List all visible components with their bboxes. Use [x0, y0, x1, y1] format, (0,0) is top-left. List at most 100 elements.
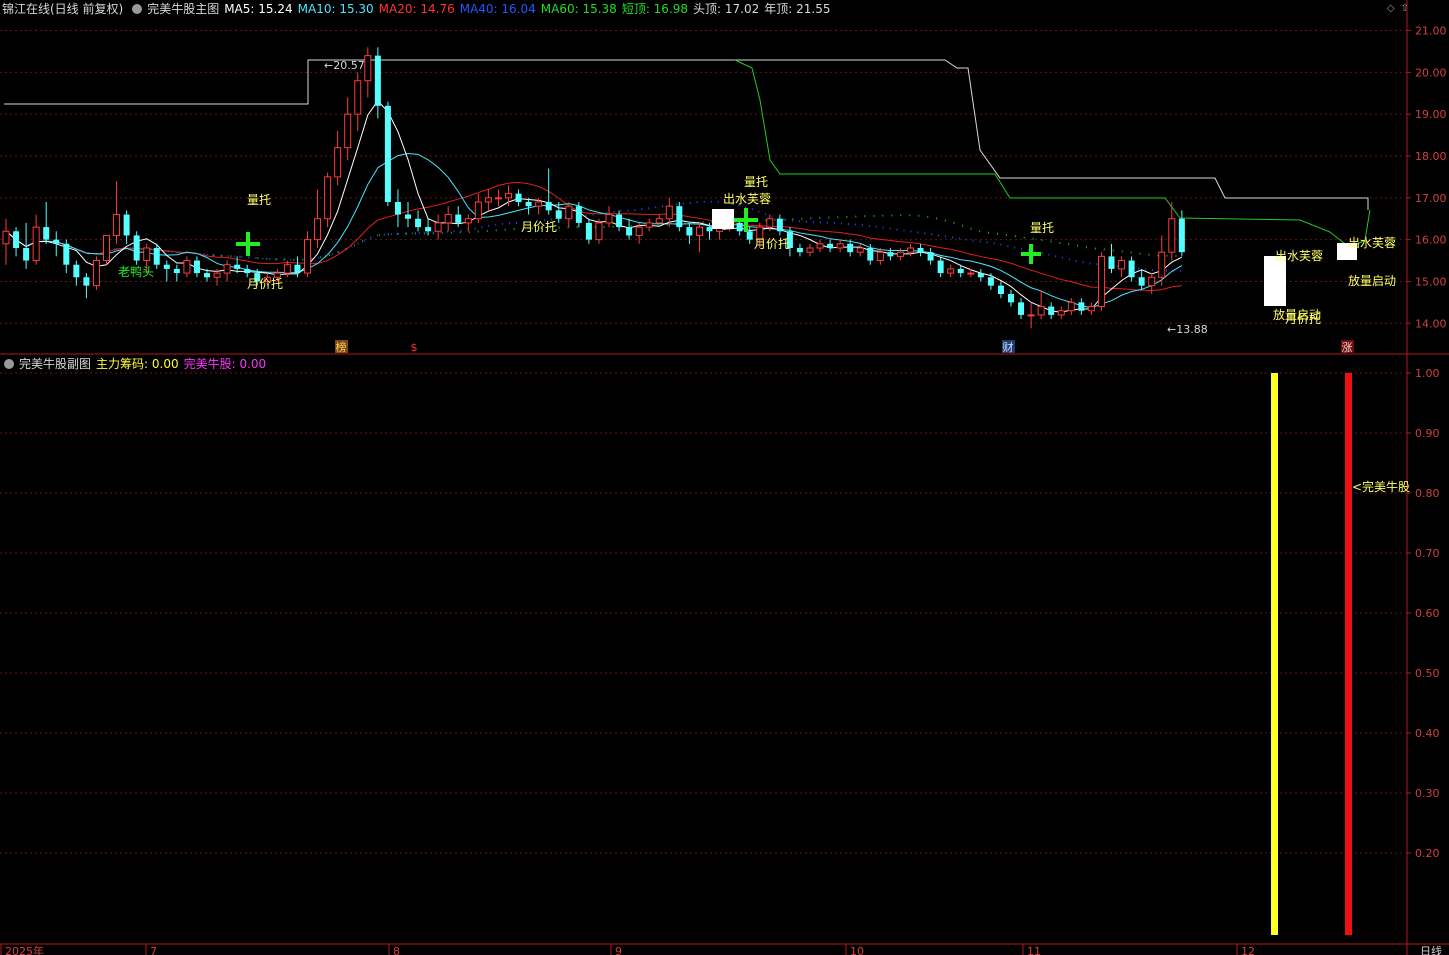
candle[interactable]: [937, 256, 944, 278]
candle[interactable]: [896, 248, 904, 261]
main-indicator-name[interactable]: 完美牛股主图: [147, 2, 219, 16]
candle[interactable]: [856, 243, 864, 257]
candle[interactable]: [324, 172, 332, 228]
candle[interactable]: [103, 234, 110, 265]
candle[interactable]: [193, 256, 200, 278]
candle[interactable]: [384, 101, 391, 207]
candle[interactable]: [73, 260, 80, 286]
signal-label: 月价托: [754, 237, 790, 251]
candle[interactable]: [605, 206, 613, 228]
candle[interactable]: [1048, 302, 1055, 320]
candle[interactable]: [917, 243, 924, 257]
candle[interactable]: [1168, 202, 1176, 261]
candle[interactable]: [13, 227, 20, 257]
candle[interactable]: [876, 248, 884, 265]
candle[interactable]: [676, 202, 683, 232]
stock-title[interactable]: 锦江在线(日线 前复权): [2, 2, 123, 16]
candle[interactable]: [494, 189, 502, 207]
candle[interactable]: [977, 268, 984, 282]
candle[interactable]: [1078, 298, 1085, 315]
candle[interactable]: [1108, 243, 1115, 274]
candle[interactable]: [113, 181, 121, 244]
candle[interactable]: [394, 189, 401, 228]
candle[interactable]: [907, 243, 914, 257]
candle[interactable]: [43, 202, 50, 244]
sub-indicator-toggle-icon[interactable]: [4, 359, 14, 369]
candle[interactable]: [364, 47, 372, 98]
candle-body: [1138, 277, 1145, 286]
candle[interactable]: [1067, 298, 1075, 315]
candle[interactable]: [334, 130, 342, 186]
candle[interactable]: [304, 231, 311, 278]
candle[interactable]: [816, 239, 824, 253]
candle-body: [575, 206, 582, 223]
time-tick-label: 10: [850, 945, 864, 955]
candle[interactable]: [987, 273, 994, 290]
candle[interactable]: [947, 264, 955, 278]
candle[interactable]: [173, 264, 180, 282]
candle[interactable]: [1008, 289, 1014, 307]
candle[interactable]: [444, 206, 452, 232]
candle[interactable]: [806, 243, 814, 257]
kline-chart-canvas[interactable]: ←20.57←13.88榜 $ 财涨老鸭头量托月价托月价托量托出水芙蓉月价托量托出水…: [0, 0, 1449, 955]
candle-body: [695, 226, 703, 236]
candle-body: [53, 239, 60, 244]
candle[interactable]: [545, 168, 552, 215]
candle[interactable]: [434, 214, 442, 240]
candlesticks[interactable]: [2, 47, 1185, 329]
candle[interactable]: [53, 231, 60, 257]
candle[interactable]: [63, 239, 70, 274]
candle[interactable]: [374, 47, 381, 119]
candle[interactable]: [827, 239, 834, 253]
candle[interactable]: [1138, 268, 1145, 290]
candle[interactable]: [415, 210, 422, 232]
candle-body: [223, 264, 231, 274]
candle[interactable]: [133, 231, 140, 265]
candle[interactable]: [244, 264, 251, 278]
candle-body: [1128, 260, 1135, 278]
sub-indicator-name[interactable]: 完美牛股副图: [19, 357, 91, 371]
candle[interactable]: [626, 218, 633, 240]
candle[interactable]: [1087, 302, 1095, 315]
candle[interactable]: [1037, 289, 1045, 320]
candle[interactable]: [655, 214, 663, 224]
candle[interactable]: [997, 281, 1004, 299]
candle[interactable]: [464, 214, 472, 232]
candle[interactable]: [1118, 256, 1126, 278]
candle[interactable]: [354, 72, 362, 131]
candle[interactable]: [1027, 302, 1035, 329]
candle[interactable]: [1018, 298, 1025, 320]
candle[interactable]: [1057, 306, 1065, 320]
candle[interactable]: [525, 197, 532, 215]
indicator-toggle-icon[interactable]: [132, 4, 143, 14]
candle-body: [474, 201, 482, 220]
candle-body: [565, 205, 573, 220]
candle[interactable]: [695, 222, 703, 253]
candle[interactable]: [595, 218, 603, 244]
candle[interactable]: [2, 218, 10, 265]
candle[interactable]: [776, 214, 783, 236]
candle[interactable]: [1128, 256, 1135, 282]
candle[interactable]: [83, 273, 90, 299]
candle[interactable]: [123, 210, 130, 244]
candle[interactable]: [796, 243, 803, 257]
candle[interactable]: [32, 214, 40, 265]
up-arrow-icon[interactable]: ⇧: [1401, 3, 1409, 14]
candle[interactable]: [405, 202, 411, 228]
sub-tick-label: 0.70: [1415, 547, 1440, 560]
candle[interactable]: [484, 189, 492, 211]
candle[interactable]: [163, 260, 170, 282]
candle[interactable]: [344, 97, 352, 161]
candle[interactable]: [515, 189, 522, 207]
candle[interactable]: [836, 239, 844, 253]
candle[interactable]: [223, 260, 231, 282]
candle[interactable]: [686, 222, 693, 244]
ma10-line: [5, 152, 1183, 309]
candle[interactable]: [565, 202, 573, 228]
diamond-icon[interactable]: ◇: [1387, 3, 1395, 14]
candle[interactable]: [92, 256, 100, 290]
candle[interactable]: [927, 248, 934, 265]
candle[interactable]: [1097, 252, 1105, 311]
candle[interactable]: [645, 218, 653, 232]
candle[interactable]: [183, 256, 191, 278]
